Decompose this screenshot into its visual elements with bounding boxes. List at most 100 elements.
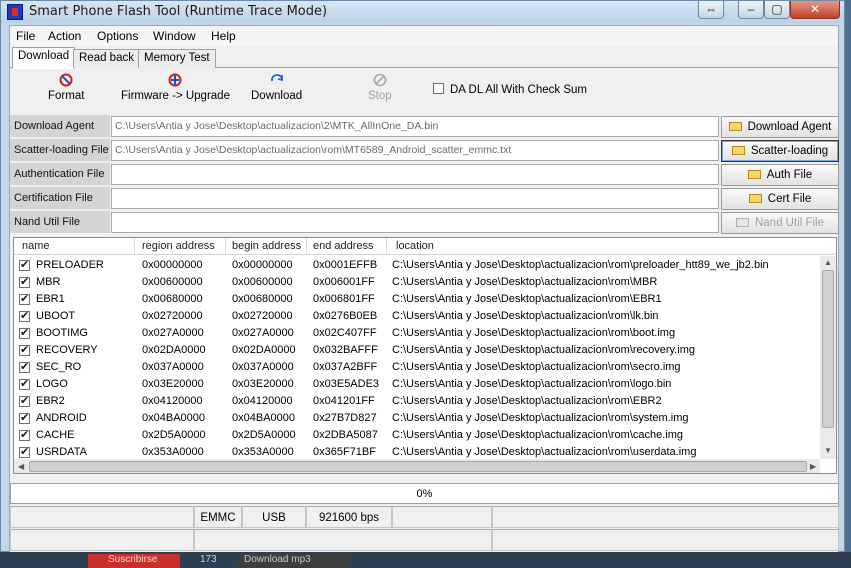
table-row[interactable]: RECOVERY 0x02DA0000 0x02DA0000 0x032BAFFF C:… (14, 342, 819, 359)
tab-download[interactable]: Download (12, 47, 76, 69)
table-row[interactable]: PRELOADER 0x00000000 0x00000000 0x0001EFFB C… (14, 257, 819, 274)
row-checkbox[interactable] (19, 343, 30, 356)
cell-location: C:\Users\Antia y Jose\Desktop\actualizac… (392, 327, 676, 339)
cell-location: C:\Users\Antia y Jose\Desktop\actualizac… (392, 378, 672, 390)
close-button[interactable]: ✕ (790, 1, 840, 19)
scroll-right-icon[interactable]: ▶ (810, 462, 816, 471)
row-checkbox[interactable] (19, 377, 30, 390)
cell-end-address: 0x03E5ADE3 (313, 378, 380, 390)
column-divider (386, 238, 387, 255)
cell-name: EBR1 (36, 293, 65, 305)
cell-location: C:\Users\Antia y Jose\Desktop\actualizac… (392, 361, 681, 373)
stop-button[interactable]: Stop (368, 73, 392, 102)
menu-window[interactable]: Window (153, 29, 196, 43)
cert-field[interactable] (111, 188, 719, 209)
scroll-down-icon[interactable]: ▼ (824, 446, 832, 455)
cell-name: RECOVERY (36, 344, 98, 356)
row-checkbox[interactable] (19, 445, 30, 458)
scatter-field[interactable]: C:\Users\Antia y Jose\Desktop\actualizac… (111, 140, 719, 161)
cell-location: C:\Users\Antia y Jose\Desktop\actualizac… (392, 344, 696, 356)
cell-name: CACHE (36, 429, 75, 441)
download-agent-button[interactable]: Download Agent (721, 116, 839, 138)
vertical-scrollbar[interactable]: ▲ ▼ (820, 256, 836, 459)
tab-memory-test[interactable]: Memory Test (138, 49, 216, 68)
cell-begin-address: 0x00680000 (232, 293, 293, 305)
minimize-button[interactable]: – (738, 1, 764, 19)
horizontal-scrollbar[interactable]: ◀ ▶ (14, 459, 820, 473)
da-checksum-label: DA DL All With Check Sum (450, 84, 587, 96)
da-checksum-checkbox[interactable] (433, 83, 444, 94)
table-row[interactable]: MBR 0x00600000 0x00600000 0x006001FF C:\User… (14, 274, 819, 291)
folder-icon (748, 194, 762, 203)
table-row[interactable]: LOGO 0x03E20000 0x03E20000 0x03E5ADE3 C:\Use… (14, 376, 819, 393)
subscriber-count: 173 (200, 554, 217, 565)
cell-end-address: 0x27B7D827 (313, 412, 377, 424)
background-window-edge (845, 0, 851, 552)
scatter-loading-button[interactable]: Scatter-loading (721, 140, 839, 162)
table-row[interactable]: CACHE 0x2D5A0000 0x2D5A0000 0x2DBA5087 C:\Us… (14, 427, 819, 444)
maximize-button[interactable]: ▢ (764, 1, 790, 19)
window-title: Smart Phone Flash Tool (Runtime Trace Mo… (29, 4, 328, 19)
partition-table: name region address begin address end ad… (13, 237, 837, 474)
toolbar: Format Firmware -> Upgrade Download Stop… (10, 69, 838, 109)
subscribe-button[interactable]: Suscribirse (88, 554, 180, 568)
auth-file-button[interactable]: Auth File (721, 164, 839, 186)
tab-bar: Download Read back Memory Test (10, 47, 838, 69)
row-checkbox[interactable] (19, 275, 30, 288)
header-begin-address[interactable]: begin address (232, 240, 301, 252)
menu-action[interactable]: Action (48, 29, 81, 43)
firmware-upgrade-button[interactable]: Firmware -> Upgrade (121, 73, 230, 102)
row-checkbox[interactable] (19, 326, 30, 339)
client-area: File Action Options Window Help Download… (9, 25, 839, 553)
cell-name: BOOTIMG (36, 327, 88, 339)
table-row[interactable]: BOOTIMG 0x027A0000 0x027A0000 0x02C407FF C:\… (14, 325, 819, 342)
download-button[interactable]: Download (251, 73, 302, 102)
nand-util-file-button[interactable]: Nand Util File (721, 212, 839, 234)
row-checkbox[interactable] (19, 394, 30, 407)
cell-region-address: 0x02720000 (142, 310, 203, 322)
row-checkbox[interactable] (19, 258, 30, 271)
da-checksum-option[interactable]: DA DL All With Check Sum (433, 83, 587, 96)
auth-field[interactable] (111, 164, 719, 185)
menu-help[interactable]: Help (211, 29, 236, 43)
tab-read-back[interactable]: Read back (73, 49, 140, 68)
download-agent-button-label: Download Agent (747, 121, 832, 133)
cell-region-address: 0x04120000 (142, 395, 203, 407)
header-location[interactable]: location (396, 240, 434, 252)
cert-file-button[interactable]: Cert File (721, 188, 839, 210)
row-checkbox[interactable] (19, 428, 30, 441)
table-row[interactable]: SEC_RO 0x037A0000 0x037A0000 0x037A2BFF C:\U… (14, 359, 819, 376)
horizontal-scroll-thumb[interactable] (29, 461, 807, 472)
download-agent-row: Download Agent C:\Users\Antia y Jose\Des… (10, 115, 840, 138)
cell-region-address: 0x00000000 (142, 259, 203, 271)
row-checkbox[interactable] (19, 360, 30, 373)
menu-file[interactable]: File (16, 29, 35, 43)
format-button[interactable]: Format (48, 73, 84, 102)
table-row[interactable]: ANDROID 0x04BA0000 0x04BA0000 0x27B7D827 C:\… (14, 410, 819, 427)
cell-name: USRDATA (36, 446, 87, 458)
row-checkbox[interactable] (19, 309, 30, 322)
cell-end-address: 0x006001FF (313, 276, 375, 288)
table-row[interactable]: UBOOT 0x02720000 0x02720000 0x0276B0EB C:\Us… (14, 308, 819, 325)
cell-region-address: 0x04BA0000 (142, 412, 205, 424)
row-checkbox[interactable] (19, 411, 30, 424)
scroll-up-icon[interactable]: ▲ (824, 258, 832, 267)
header-region-address[interactable]: region address (142, 240, 215, 252)
title-bar[interactable]: Smart Phone Flash Tool (Runtime Trace Mo… (1, 1, 844, 23)
column-divider (225, 238, 226, 255)
table-row[interactable]: EBR2 0x04120000 0x04120000 0x041201FF C:\Use… (14, 393, 819, 410)
switch-icon[interactable]: ⇔ (698, 1, 724, 19)
table-row[interactable]: EBR1 0x00680000 0x00680000 0x006801FF C:\Use… (14, 291, 819, 308)
row-checkbox[interactable] (19, 292, 30, 305)
progress-bar: 0% (10, 483, 839, 504)
header-name[interactable]: name (22, 240, 50, 252)
download-agent-field[interactable]: C:\Users\Antia y Jose\Desktop\actualizac… (111, 116, 719, 137)
header-end-address[interactable]: end address (313, 240, 374, 252)
cell-region-address: 0x027A0000 (142, 327, 204, 339)
menu-options[interactable]: Options (97, 29, 138, 43)
vertical-scroll-thumb[interactable] (822, 270, 834, 428)
download-mp3-button[interactable]: Download mp3 (238, 554, 350, 568)
nand-field[interactable] (111, 212, 719, 233)
scroll-left-icon[interactable]: ◀ (18, 462, 24, 471)
app-icon (7, 4, 23, 20)
